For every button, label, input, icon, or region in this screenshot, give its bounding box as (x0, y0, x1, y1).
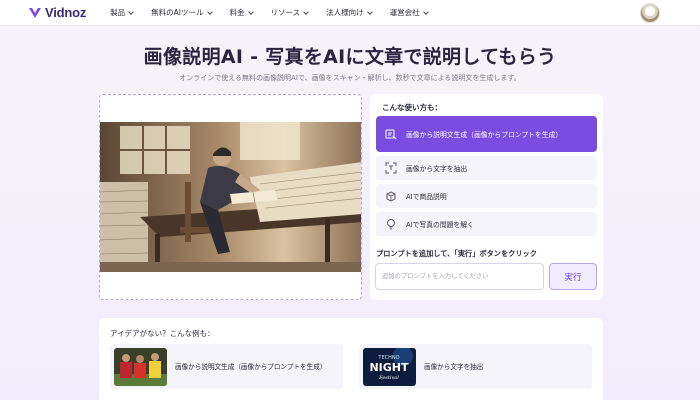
nav-item-free-ai-tools[interactable]: 無料のAIツール (151, 7, 213, 18)
option-label: AIで商品説明 (406, 193, 447, 201)
uploaded-image (100, 122, 361, 272)
image-preview-panel[interactable] (99, 94, 362, 300)
example-thumbnail (114, 347, 167, 386)
vidnoz-logo-icon (29, 7, 41, 18)
text-scan-icon (384, 162, 397, 175)
nav-item-label: リソース (270, 8, 301, 17)
logo-text: Vidnoz (45, 5, 87, 20)
examples-heading: アイデアがない？こんな例も： (110, 329, 215, 338)
lightbulb-icon (384, 218, 397, 231)
examples-panel: アイデアがない？こんな例も： 画像から説明文生成（画像からプロンプトを生成） T… (99, 318, 603, 400)
page-title: 画像説明AI - 写真をAIに文章で説明してもらう (143, 46, 557, 68)
nav-item-resources[interactable]: リソース (271, 7, 309, 18)
top-nav: Vidnoz 製品 無料のAIツール 料金 リソース 法人様向け 運営会社 (0, 0, 700, 26)
user-avatar[interactable] (640, 3, 660, 23)
nav-item-label: 運営会社 (389, 8, 420, 17)
usage-heading: こんな使い方も： (382, 103, 442, 112)
chevron-down-icon (128, 8, 135, 15)
poster-line-3: Festival (378, 375, 399, 381)
product-icon (384, 190, 397, 203)
option-label: AIで写真の問題を解く (406, 221, 474, 229)
nav-item-label: 製品 (110, 8, 126, 17)
soccer-players-photo (114, 347, 167, 386)
techno-night-festival-poster: TECHNO NIGHT Festival (363, 347, 416, 386)
options-panel: こんな使い方も： 画像から説明文生成（画像からプロンプトを生成） 画像から文字を… (370, 94, 603, 300)
chevron-down-icon (422, 8, 429, 15)
chevron-down-icon (366, 8, 373, 15)
nav-item-business[interactable]: 法人様向け (326, 7, 373, 18)
chevron-down-icon (303, 8, 309, 15)
poster-line-2: NIGHT (369, 361, 409, 374)
example-thumbnail: TECHNO NIGHT Festival (363, 347, 416, 386)
option-label: 画像から文字を抽出 (406, 165, 468, 173)
option-solve-photo-problem[interactable]: AIで写真の問題を解く (376, 212, 597, 236)
nav-item-pricing[interactable]: 料金 (229, 7, 254, 18)
example-label: 画像から説明文生成（画像からプロンプトを生成） (175, 362, 327, 371)
logo[interactable]: Vidnoz (28, 5, 86, 20)
example-label: 画像から文字を抽出 (424, 362, 484, 371)
option-image-to-description[interactable]: 画像から説明文生成（画像からプロンプトを生成） (376, 116, 597, 152)
run-button[interactable]: 実行 (549, 263, 597, 290)
option-label: 画像から説明文生成（画像からプロンプトを生成） (406, 131, 563, 139)
image-to-text-icon (384, 128, 397, 141)
prompt-heading: プロンプトを追加して、「実行」ボタンをクリック (376, 249, 537, 258)
option-extract-text[interactable]: 画像から文字を抽出 (376, 156, 597, 180)
nav-item-label: 無料のAIツール (151, 8, 204, 17)
nav-item-label: 法人様向け (326, 8, 364, 17)
nav-item-products[interactable]: 製品 (110, 7, 135, 18)
option-product-description[interactable]: AIで商品説明 (376, 184, 597, 208)
page-subtitle: オンラインで使える無料の画像説明AIで、画像をスキャン・解析し、数秒で文章による… (179, 74, 521, 82)
nav-item-label: 料金 (229, 8, 245, 17)
example-card-extract-text[interactable]: TECHNO NIGHT Festival 画像から文字を抽出 (359, 344, 592, 389)
prompt-input[interactable] (375, 263, 544, 290)
chevron-down-icon (247, 8, 254, 15)
chevron-down-icon (206, 8, 213, 15)
nav-item-company[interactable]: 運営会社 (389, 7, 429, 18)
example-card-description[interactable]: 画像から説明文生成（画像からプロンプトを生成） (110, 344, 343, 389)
